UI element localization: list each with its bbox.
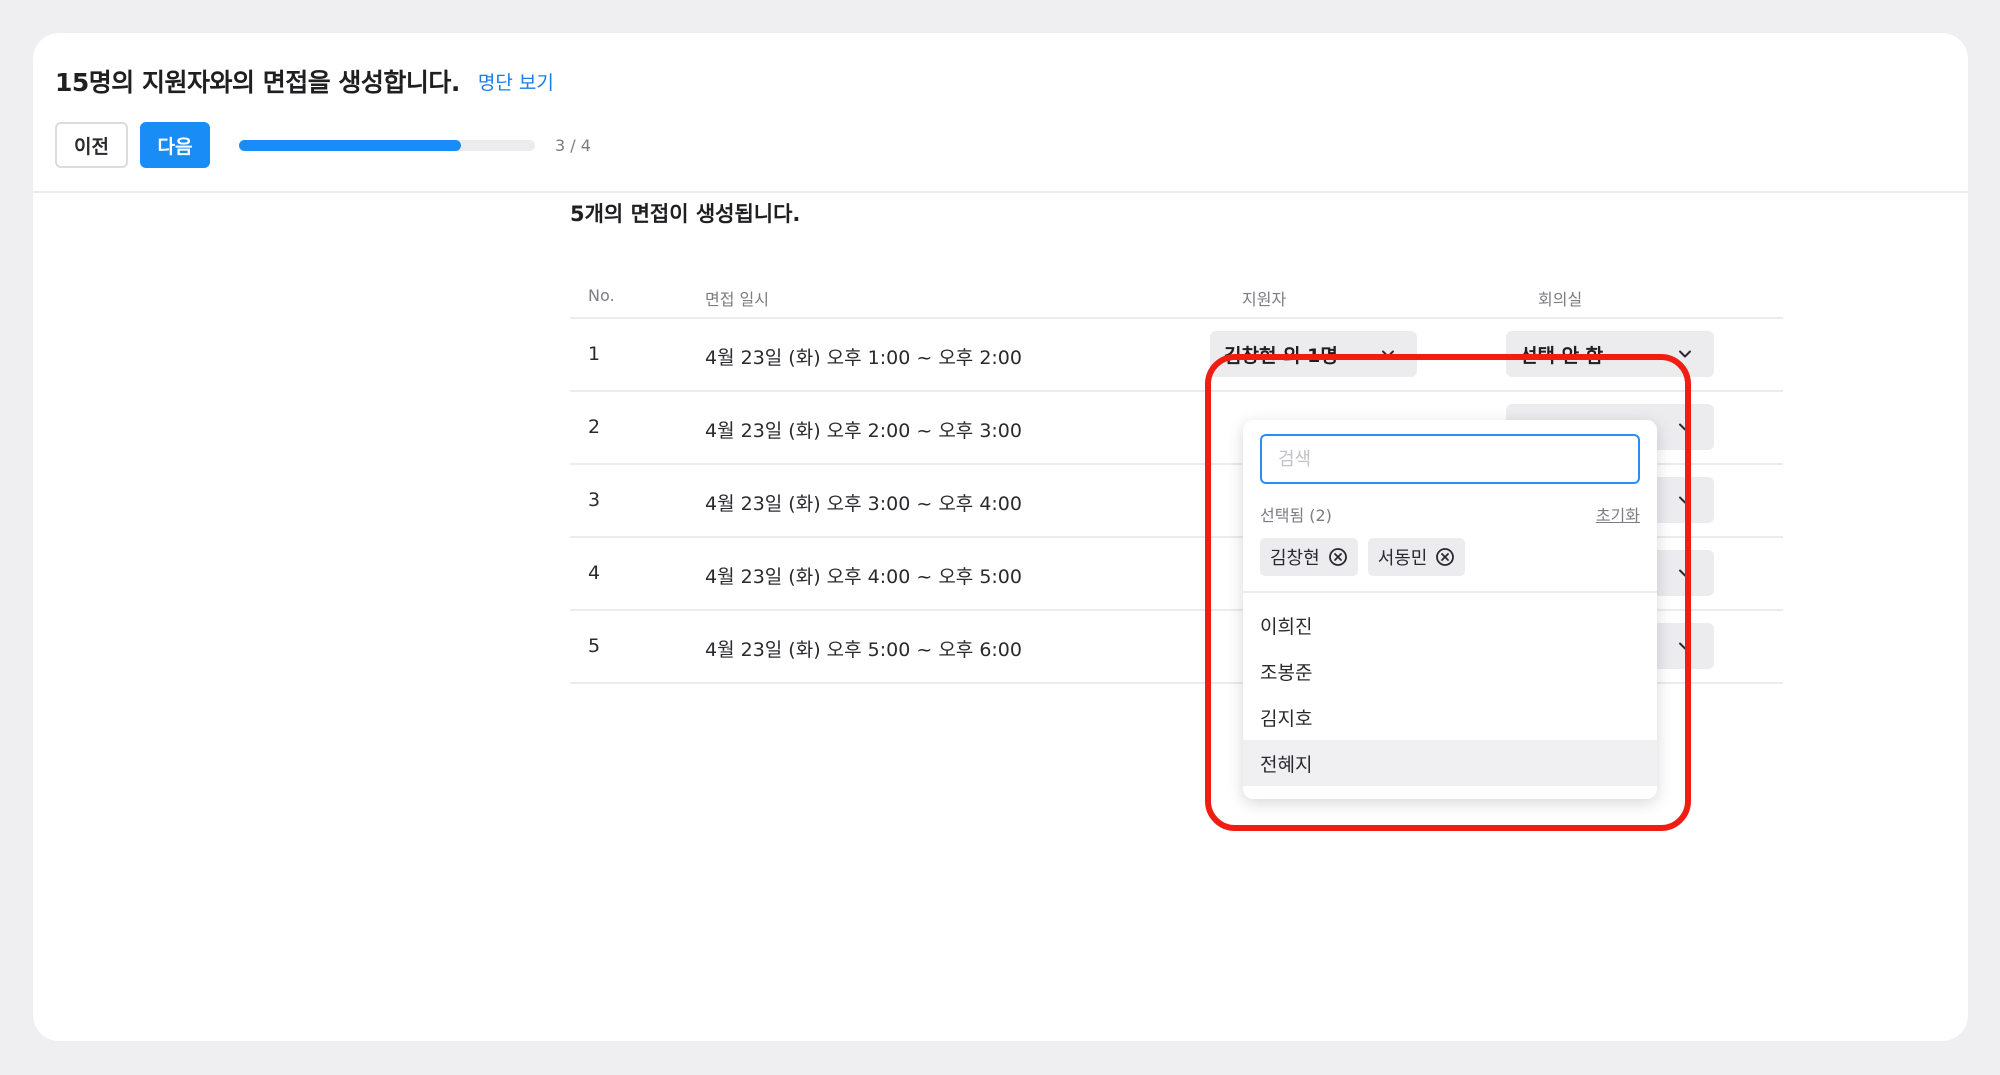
- content-title: 5개의 면접이 생성됩니다.: [570, 202, 801, 226]
- option-list: 이희진 조봉준 김지호 전혜지: [1243, 602, 1657, 786]
- progress-fill: [239, 139, 461, 151]
- prev-button[interactable]: 이전: [55, 122, 128, 168]
- column-header-room: 회의실: [1538, 290, 1583, 309]
- selected-count-label: 선택됨 (2): [1260, 506, 1332, 525]
- chevron-down-icon: [1382, 350, 1394, 358]
- option-item[interactable]: 김지호: [1243, 694, 1657, 740]
- selected-chips: 김창현 서동민: [1260, 538, 1466, 576]
- row-datetime: 4월 23일 (화) 오후 2:00 ~ 오후 3:00: [705, 420, 1022, 442]
- page-header: 15명의 지원자와의 면접을 생성합니다. 명단 보기 이전 다음 3 / 4: [33, 33, 1968, 193]
- chip-label: 김창현: [1270, 548, 1320, 569]
- search-input[interactable]: [1260, 434, 1640, 484]
- selected-chip: 서동민: [1367, 538, 1466, 576]
- chevron-down-icon: [1679, 569, 1691, 577]
- option-item[interactable]: 이희진: [1243, 602, 1657, 648]
- column-header-datetime: 면접 일시: [705, 290, 769, 309]
- page-title: 15명의 지원자와의 면접을 생성합니다.: [55, 68, 460, 97]
- option-item[interactable]: 전혜지: [1243, 740, 1657, 786]
- next-button[interactable]: 다음: [140, 122, 210, 168]
- row-number: 2: [588, 416, 601, 438]
- room-select[interactable]: 선택 안 함: [1506, 331, 1714, 377]
- chevron-down-icon: [1679, 642, 1691, 650]
- step-navigation: 이전 다음 3 / 4: [55, 122, 591, 168]
- remove-circle-icon[interactable]: [1328, 547, 1348, 567]
- reset-link[interactable]: 초기화: [1596, 502, 1640, 526]
- row-datetime: 4월 23일 (화) 오후 4:00 ~ 오후 5:00: [705, 566, 1022, 588]
- remove-circle-icon[interactable]: [1435, 547, 1455, 567]
- row-number: 4: [588, 562, 601, 584]
- chip-label: 서동민: [1377, 548, 1428, 569]
- room-select-label: 선택 안 함: [1520, 344, 1604, 367]
- row-number: 1: [588, 343, 601, 365]
- applicant-select-label: 김창현 외 1명: [1224, 344, 1338, 367]
- progress-bar: [239, 139, 535, 151]
- table-row: 1 4월 23일 (화) 오후 1:00 ~ 오후 2:00 김창현 외 1명 …: [570, 319, 1783, 392]
- column-header-no: No.: [588, 286, 615, 305]
- selected-chip: 김창현: [1260, 538, 1358, 576]
- title-row: 15명의 지원자와의 면접을 생성합니다. 명단 보기: [55, 63, 554, 99]
- row-number: 5: [588, 635, 601, 657]
- chevron-down-icon: [1679, 350, 1691, 358]
- option-item[interactable]: 조봉준: [1243, 648, 1657, 694]
- progress-text: 3 / 4: [555, 135, 591, 155]
- row-number: 3: [588, 489, 601, 511]
- view-list-link[interactable]: 명단 보기: [478, 68, 554, 95]
- row-datetime: 4월 23일 (화) 오후 1:00 ~ 오후 2:00: [705, 347, 1022, 369]
- column-header-applicant: 지원자: [1242, 290, 1287, 309]
- chevron-down-icon: [1679, 496, 1691, 504]
- row-datetime: 4월 23일 (화) 오후 5:00 ~ 오후 6:00: [705, 639, 1022, 661]
- row-datetime: 4월 23일 (화) 오후 3:00 ~ 오후 4:00: [705, 493, 1022, 515]
- applicant-select[interactable]: 김창현 외 1명: [1210, 331, 1417, 377]
- applicant-dropdown: 선택됨 (2) 초기화 김창현 서동민 이희진 조봉준 김지호 전혜지: [1243, 420, 1657, 799]
- table-header: No. 면접 일시 지원자 회의실: [570, 276, 1783, 319]
- dropdown-divider: [1243, 591, 1657, 593]
- chevron-down-icon: [1679, 423, 1691, 431]
